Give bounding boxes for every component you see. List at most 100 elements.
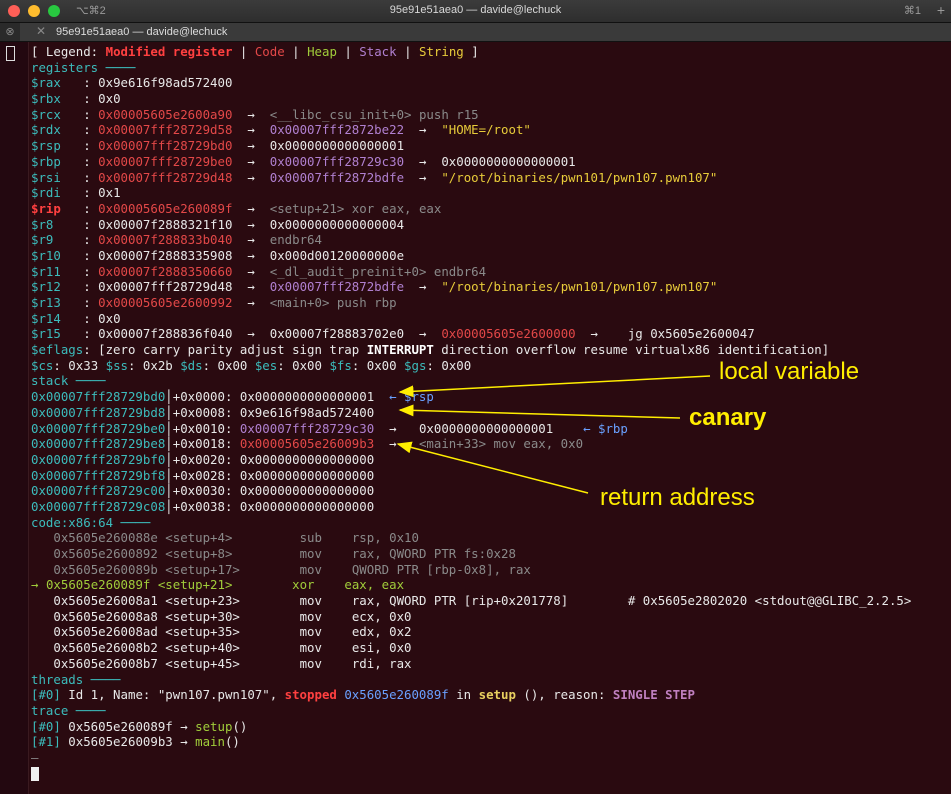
segment-name: $es <box>254 357 278 373</box>
tab-bar: ⊗ ✕ 95e91e51aea0 — davide@lechuck <box>0 23 951 42</box>
register-name: $r11 <box>31 263 61 279</box>
legend-modified: Modified register <box>105 44 233 59</box>
stack-address: 0x00007fff28729be0 <box>31 420 166 436</box>
register-value: 0x00005605e2600a90 <box>98 106 233 122</box>
registers-section: $rax : 0x9e616f98ad572400 $rbx : 0x0 $rcx … <box>31 75 911 342</box>
stack-value: 0x00007fff28729c30 <box>239 420 375 436</box>
instruction-operands: ecx, 0x0 <box>351 608 412 624</box>
instruction-address: 0x5605e26008b7 <box>53 655 158 671</box>
register-name: $r9 <box>31 232 54 248</box>
instruction-address: 0x5605e260089f <box>45 577 151 593</box>
segment-name: $cs <box>31 357 54 373</box>
local-variable-annotation: local variable <box>719 358 860 385</box>
threads-header: threads ──── <box>31 671 121 687</box>
close-tab-icon[interactable]: ✕ <box>36 24 46 38</box>
instruction-operands: rsp, 0x10 <box>351 530 419 546</box>
stack-row: 0x00007fff28729be8│+0x0018: 0x00005605e2… <box>31 436 584 452</box>
code-row: → 0x5605e260089f <setup+21> xor eax, eax <box>31 577 911 593</box>
register-name: $rax <box>31 75 61 91</box>
register-name: $rbx <box>31 91 61 107</box>
register-deref: 0x0000000000000004 <box>269 216 405 232</box>
register-value: 0x0 <box>98 91 121 107</box>
trace-parens: () <box>232 718 248 734</box>
current-instruction-arrow: → <box>31 577 39 593</box>
thread-in: in <box>448 687 479 703</box>
trace-parens: () <box>224 734 240 750</box>
code-row: 0x5605e26008a1 <setup+23> mov rax, QWORD… <box>31 593 911 609</box>
register-info: <setup+21> xor eax, eax <box>269 200 442 216</box>
trace-index: [#0] <box>31 718 61 734</box>
trace-section: [#0] 0x5605e260089f → setup() [#1] 0x5605… <box>31 719 911 750</box>
stack-value: 0x0000000000000001 <box>239 389 375 405</box>
code-section: 0x5605e260088e <setup+4> sub rsp, 0x10 0… <box>31 530 911 671</box>
register-value: 0x00007fff28729bd0 <box>98 138 233 154</box>
register-row: $rbx : 0x0 <box>31 91 121 107</box>
register-value: 0x00007fff28729d48 <box>98 169 233 185</box>
register-row: $r10 : 0x00007f2888335908 → 0x000d001200… <box>31 247 405 263</box>
stack-address: 0x00007fff28729bf8 <box>31 467 166 483</box>
stack-offset: +0x0008: <box>172 404 240 420</box>
register-info: <__libc_csu_init+0> push r15 <box>269 106 479 122</box>
register-info: 0x0000000000000001 <box>441 153 576 169</box>
stack-deref: <main+33> mov eax, 0x0 <box>418 436 584 452</box>
tab-title: 95e91e51aea0 — davide@lechuck <box>56 26 228 38</box>
stack-address: 0x00007fff28729bf0 <box>31 451 166 467</box>
stack-address: 0x00007fff28729c08 <box>31 498 166 514</box>
thread-reason: SINGLE STEP <box>612 687 695 703</box>
instruction-mnemonic: mov <box>299 640 322 656</box>
eflags-flag: INTERRUPT <box>366 342 434 358</box>
new-tab-button[interactable]: + <box>937 2 945 18</box>
instruction-mnemonic: mov <box>299 608 322 624</box>
register-deref: 0x00007fff2872bdfe <box>269 279 405 295</box>
instruction-symbol: <setup+35> <box>165 624 240 640</box>
stack-address: 0x00007fff28729bd0 <box>31 389 166 405</box>
code-row: 0x5605e26008ad <setup+35> mov edx, 0x2 <box>31 624 911 640</box>
code-row: 0x5605e26008a8 <setup+30> mov ecx, 0x0 <box>31 609 911 625</box>
instruction-mnemonic: sub <box>299 530 322 546</box>
stack-value: 0x0000000000000000 <box>239 483 375 499</box>
register-value: 0x00005605e2600992 <box>98 295 233 310</box>
legend-line: [ Legend: Modified register | Code | Hea… <box>31 44 479 59</box>
register-value: 0x00007f2888321f10 <box>98 216 233 232</box>
stack-value: 0x9e616f98ad572400 <box>239 404 375 420</box>
trace-row: [#0] 0x5605e260089f → setup() <box>31 719 911 735</box>
terminal-output[interactable]: [ Legend: Modified register | Code | Hea… <box>31 44 911 782</box>
thread-index: [#0] <box>31 687 61 703</box>
legend-suffix: ] <box>463 44 479 59</box>
register-info: jg 0x5605e2600047 <box>627 326 755 342</box>
tab-shortcut-label: ⌘1 <box>903 5 921 17</box>
registers-header: registers ──── <box>31 59 136 75</box>
instruction-comment: # 0x5605e2802020 <stdout@@GLIBC_2.2.5> <box>627 593 912 609</box>
segment-name: $gs <box>404 357 427 373</box>
instruction-symbol: <setup+17> <box>165 561 240 577</box>
instruction-address: 0x5605e2600892 <box>53 546 158 561</box>
register-deref: 0x000d00120000000e <box>269 247 405 263</box>
instruction-mnemonic: mov <box>299 561 322 577</box>
prompt-line[interactable] <box>31 766 911 782</box>
stack-row: 0x00007fff28729bd0│+0x0000: 0x0000000000… <box>31 389 434 405</box>
stack-address: 0x00007fff28729bd8 <box>31 404 166 420</box>
stack-row: 0x00007fff28729bf0│+0x0020: 0x0000000000… <box>31 451 375 467</box>
register-name: $r13 <box>31 295 61 310</box>
legend-code: Code <box>254 44 285 59</box>
register-value: 0x00007f288836f040 <box>98 326 233 342</box>
instruction-address: 0x5605e26008b2 <box>53 640 158 656</box>
stack-offset: +0x0028: <box>172 467 240 483</box>
code-row: 0x5605e260088e <setup+4> sub rsp, 0x10 <box>31 530 911 546</box>
instruction-symbol: <setup+21> <box>157 577 233 593</box>
instruction-symbol: <setup+45> <box>165 655 240 671</box>
register-deref: 0x00007fff28729c30 <box>269 153 405 169</box>
stack-offset: +0x0038: <box>172 498 240 514</box>
instruction-address: 0x5605e26008a8 <box>53 608 158 624</box>
tab-overview-icon[interactable]: ⊗ <box>0 23 20 41</box>
code-row: 0x5605e26008b2 <setup+40> mov esi, 0x0 <box>31 640 911 656</box>
trace-function: main <box>195 734 225 750</box>
register-value: 0x00007fff28729d48 <box>98 279 233 295</box>
thread-line: [#0] Id 1, Name: "pwn107.pwn107", stoppe… <box>31 687 911 703</box>
instruction-mnemonic: mov <box>299 593 322 609</box>
register-info: endbr64 <box>269 232 322 248</box>
tab-terminal[interactable]: ✕ 95e91e51aea0 — davide@lechuck <box>20 23 951 41</box>
register-row: $r12 : 0x00007fff28729d48 → 0x00007fff28… <box>31 279 718 295</box>
instruction-operands: edx, 0x2 <box>351 624 412 640</box>
stack-row: 0x00007fff28729bf8│+0x0028: 0x0000000000… <box>31 467 375 483</box>
